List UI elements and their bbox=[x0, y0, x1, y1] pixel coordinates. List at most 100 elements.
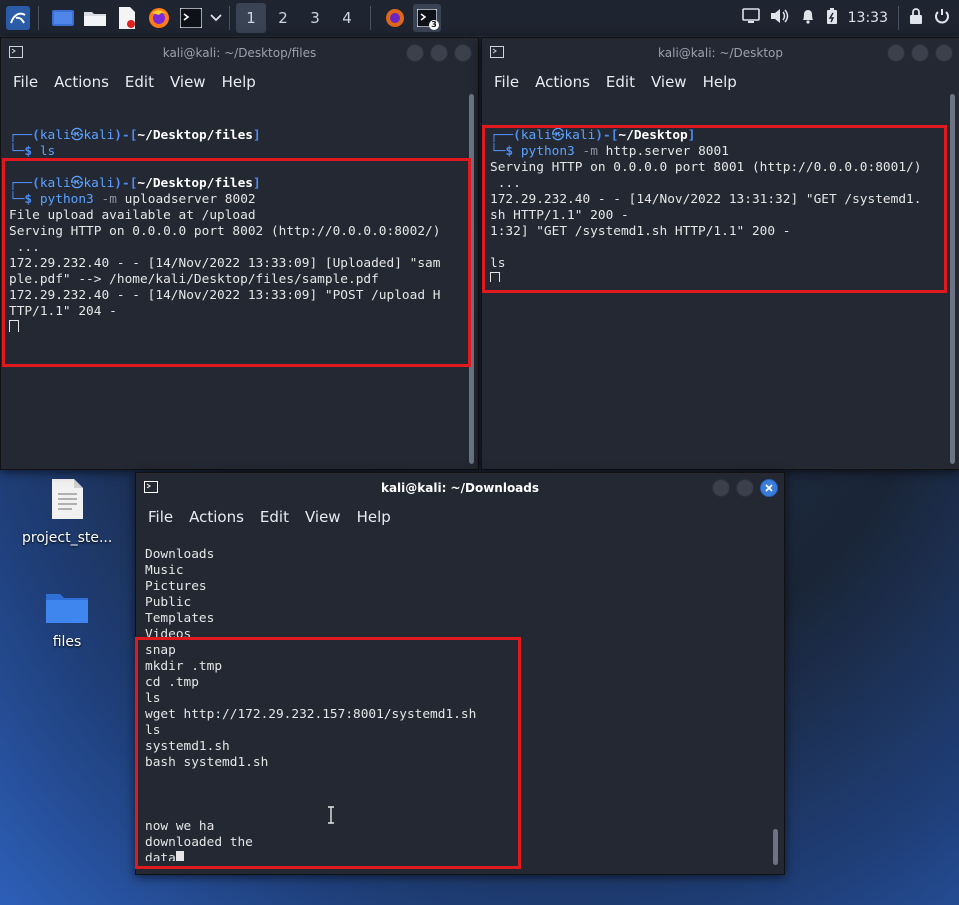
panel-separator bbox=[370, 6, 371, 30]
output-line: systemd1.sh bbox=[145, 739, 230, 754]
window-titlebar[interactable]: kali@kali: ~/Desktop/files bbox=[1, 38, 478, 68]
kali-menu-icon[interactable] bbox=[4, 4, 32, 32]
output-line: Public bbox=[145, 595, 192, 610]
desktop-file-project[interactable]: project_ste... bbox=[22, 478, 112, 546]
workspace-3[interactable]: 3 bbox=[300, 3, 330, 33]
terminal-task-icon[interactable]: 3 bbox=[413, 4, 441, 32]
output-line: Pictures bbox=[145, 579, 207, 594]
close-button[interactable] bbox=[935, 44, 953, 62]
workspace-label: 4 bbox=[342, 9, 352, 27]
maximize-button[interactable] bbox=[736, 479, 754, 497]
output-line: ple.pdf" --> /home/kali/Desktop/files/sa… bbox=[9, 272, 379, 287]
terminal-output[interactable]: ┌──(kali㉿kali)-[~/Desktop/files] └─$ ls … bbox=[9, 112, 460, 332]
menu-view[interactable]: View bbox=[651, 73, 687, 91]
output-line: wget http://172.29.232.157:8001/systemd1… bbox=[145, 707, 477, 722]
prompt-user: kali bbox=[39, 176, 71, 191]
prompt-path: ~/Desktop/files bbox=[137, 128, 253, 143]
workspace-label: 1 bbox=[246, 9, 256, 27]
menu-help[interactable]: Help bbox=[222, 73, 256, 91]
menu-actions[interactable]: Actions bbox=[535, 73, 590, 91]
scrollbar[interactable] bbox=[773, 829, 778, 865]
clock[interactable]: 13:33 bbox=[848, 10, 888, 26]
lock-icon[interactable] bbox=[909, 8, 923, 28]
maximize-button[interactable] bbox=[911, 44, 929, 62]
output-line: cd .tmp bbox=[145, 675, 199, 690]
terminal-window-desktop[interactable]: kali@kali: ~/Desktop File Actions Edit V… bbox=[481, 37, 959, 470]
prompt-user: kali bbox=[39, 128, 71, 143]
menu-view[interactable]: View bbox=[170, 73, 206, 91]
workspace-2[interactable]: 2 bbox=[268, 3, 298, 33]
menu-edit[interactable]: Edit bbox=[125, 73, 154, 91]
power-icon[interactable] bbox=[933, 7, 951, 29]
menu-bar: File Actions Edit View Help bbox=[1, 68, 478, 96]
minimize-button[interactable] bbox=[406, 44, 424, 62]
menu-bar: File Actions Edit View Help bbox=[136, 503, 784, 531]
menu-file[interactable]: File bbox=[494, 73, 519, 91]
workspace-4[interactable]: 4 bbox=[332, 3, 362, 33]
maximize-button[interactable] bbox=[430, 44, 448, 62]
output-line: 172.29.232.40 - - [14/Nov/2022 13:33:09]… bbox=[9, 256, 441, 271]
battery-icon[interactable] bbox=[826, 7, 838, 29]
output-line: mkdir .tmp bbox=[145, 659, 223, 674]
close-button[interactable] bbox=[760, 479, 778, 497]
bell-icon[interactable] bbox=[800, 8, 816, 28]
desktop-icon[interactable] bbox=[49, 4, 77, 32]
workspace-1[interactable]: 1 bbox=[236, 3, 266, 33]
output-line: ... bbox=[490, 176, 521, 191]
text-editor-icon[interactable] bbox=[113, 4, 141, 32]
command-args: http.server 8001 bbox=[605, 144, 729, 159]
text-cursor bbox=[490, 272, 500, 282]
menu-help[interactable]: Help bbox=[357, 508, 391, 526]
desktop-icon-label: project_ste... bbox=[22, 530, 113, 546]
window-title: kali@kali: ~/Downloads bbox=[380, 481, 540, 495]
terminal-output[interactable]: Downloads Music Pictures Public Template… bbox=[145, 531, 766, 861]
document-icon bbox=[52, 479, 83, 519]
output-line: downloaded the bbox=[145, 835, 253, 850]
window-titlebar[interactable]: kali@kali: ~/Downloads bbox=[136, 473, 784, 503]
terminal-window-downloads[interactable]: kali@kali: ~/Downloads File Actions Edit… bbox=[135, 472, 785, 875]
menu-help[interactable]: Help bbox=[703, 73, 737, 91]
output-line: Videos bbox=[145, 627, 192, 642]
volume-icon[interactable] bbox=[770, 8, 790, 28]
menu-edit[interactable]: Edit bbox=[606, 73, 635, 91]
menu-bar: File Actions Edit View Help bbox=[482, 68, 959, 96]
firefox-icon[interactable] bbox=[145, 4, 173, 32]
close-button[interactable] bbox=[454, 44, 472, 62]
output-line: Downloads bbox=[145, 547, 215, 562]
menu-actions[interactable]: Actions bbox=[189, 508, 244, 526]
scrollbar[interactable] bbox=[950, 94, 955, 464]
output-line: Serving HTTP on 0.0.0.0 port 8001 (http:… bbox=[490, 160, 922, 175]
minimize-button[interactable] bbox=[712, 479, 730, 497]
folder-icon bbox=[46, 594, 88, 623]
command-args: uploadserver 8002 bbox=[124, 192, 256, 207]
minimize-button[interactable] bbox=[887, 44, 905, 62]
menu-actions[interactable]: Actions bbox=[54, 73, 109, 91]
menu-file[interactable]: File bbox=[13, 73, 38, 91]
terminal-icon[interactable] bbox=[177, 4, 205, 32]
desktop-folder-files[interactable]: files bbox=[22, 590, 112, 650]
output-line: 1:32] "GET /systemd1.sh HTTP/1.1" 200 - bbox=[490, 224, 791, 239]
chevron-down-icon[interactable] bbox=[209, 4, 223, 32]
output-line: TTP/1.1" 204 - bbox=[9, 304, 117, 319]
output-line: now we ha bbox=[145, 819, 215, 834]
prompt-host: kali bbox=[83, 176, 115, 191]
terminal-output[interactable]: ┌──(kali㉿kali)-[~/Desktop] └─$ python3 -… bbox=[490, 112, 941, 282]
panel-separator bbox=[38, 6, 39, 30]
output-line: ... bbox=[9, 240, 40, 255]
monitor-icon[interactable] bbox=[741, 8, 760, 28]
prompt-path: ~/Desktop bbox=[618, 128, 688, 143]
menu-file[interactable]: File bbox=[148, 508, 173, 526]
window-titlebar[interactable]: kali@kali: ~/Desktop bbox=[482, 38, 959, 68]
menu-edit[interactable]: Edit bbox=[260, 508, 289, 526]
menu-view[interactable]: View bbox=[305, 508, 341, 526]
command: ls bbox=[39, 144, 56, 159]
terminal-window-files[interactable]: kali@kali: ~/Desktop/files File Actions … bbox=[0, 37, 479, 470]
firefox-task-icon[interactable] bbox=[381, 4, 409, 32]
output-line: Music bbox=[145, 563, 184, 578]
command: python3 bbox=[39, 192, 94, 207]
window-count-badge: 3 bbox=[429, 20, 439, 30]
scrollbar[interactable] bbox=[469, 94, 474, 464]
file-manager-icon[interactable] bbox=[81, 4, 109, 32]
output-line: Serving HTTP on 0.0.0.0 port 8002 (http:… bbox=[9, 224, 441, 239]
output-line: snap bbox=[145, 643, 176, 658]
